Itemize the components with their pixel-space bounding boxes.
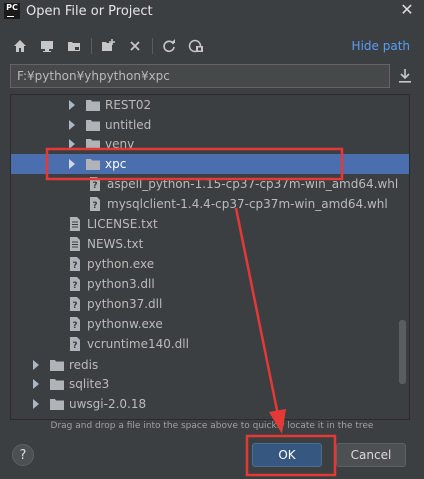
tree-file-row[interactable]: ? vcruntime140.dll <box>11 334 409 354</box>
path-input[interactable]: F:¥python¥yhpython¥xpc <box>10 64 390 88</box>
svg-text:?: ? <box>72 341 77 351</box>
tree-folder-row[interactable]: xpc <box>11 154 409 174</box>
tree-item-label: python37.dll <box>87 297 163 311</box>
unknown-file-icon: ? <box>67 316 83 332</box>
expand-arrow-icon[interactable] <box>31 374 41 394</box>
desktop-icon[interactable] <box>37 36 57 56</box>
tree-file-row[interactable]: ? pythonw.exe <box>11 314 409 334</box>
folder-icon <box>85 117 101 133</box>
unknown-file-icon: ? <box>87 176 103 192</box>
hide-path-link[interactable]: Hide path <box>352 39 410 53</box>
expand-arrow-icon[interactable] <box>67 115 77 135</box>
folder-icon <box>85 156 101 172</box>
delete-icon[interactable] <box>125 36 145 56</box>
svg-text:?: ? <box>92 181 97 191</box>
ok-button[interactable]: OK <box>252 443 322 467</box>
expand-arrow-icon[interactable] <box>67 95 77 115</box>
cancel-button[interactable]: Cancel <box>336 443 406 467</box>
help-button[interactable]: ? <box>12 444 34 466</box>
svg-text:?: ? <box>72 301 77 311</box>
tree-folder-row[interactable]: uwsgi-2.0.18 <box>11 394 409 414</box>
tree-folder-row[interactable]: redis <box>11 355 409 375</box>
tree-item-label: python.exe <box>87 257 155 271</box>
tree-item-label: redis <box>69 358 99 372</box>
download-icon[interactable] <box>396 67 414 85</box>
tree-item-label: LICENSE.txt <box>87 217 158 231</box>
tree-file-row[interactable]: ? python.exe <box>11 254 409 274</box>
show-hidden-icon[interactable] <box>186 36 206 56</box>
svg-text:?: ? <box>72 321 77 331</box>
tree-file-row[interactable]: ? aspell_python-1.15-cp37-cp37m-win_amd64… <box>11 174 409 194</box>
home-icon[interactable] <box>10 36 30 56</box>
expand-arrow-icon[interactable] <box>31 355 41 375</box>
title-bar: PC Open File or Project ✕ <box>0 0 424 22</box>
toolbar-divider <box>152 38 153 54</box>
text-file-icon <box>67 216 83 232</box>
toolbar-divider <box>91 38 92 54</box>
tree-file-row[interactable]: ? python37.dll <box>11 294 409 314</box>
tree-item-label: untitled <box>105 118 152 132</box>
folder-icon <box>49 396 65 412</box>
folder-icon <box>85 136 101 152</box>
tree-item-label: REST02 <box>105 98 152 112</box>
expand-arrow-icon[interactable] <box>67 154 77 174</box>
tree-file-row[interactable]: LICENSE.txt <box>11 214 409 234</box>
pycharm-logo-icon: PC <box>4 3 20 19</box>
tree-folder-row[interactable]: sqlite3 <box>11 374 409 394</box>
folder-icon <box>49 357 65 373</box>
tree-folder-row[interactable]: untitled <box>11 115 409 135</box>
new-folder-icon[interactable] <box>98 36 118 56</box>
window-title: Open File or Project <box>26 3 153 19</box>
tree-item-label: xpc <box>105 157 127 171</box>
tree-file-row[interactable]: ? mysqlclient-1.4.4-cp37-cp37m-win_amd64.… <box>11 194 409 214</box>
tree-item-label: pythonw.exe <box>87 317 163 331</box>
expand-arrow-icon[interactable] <box>31 394 41 414</box>
unknown-file-icon: ? <box>67 276 83 292</box>
tree-item-label: sqlite3 <box>69 377 110 391</box>
refresh-icon[interactable] <box>159 36 179 56</box>
expand-arrow-icon[interactable] <box>67 134 77 154</box>
folder-icon <box>85 97 101 113</box>
tree-item-label: mysqlclient-1.4.4-cp37-cp37m-win_amd64.w… <box>107 197 388 211</box>
tree-item-label: python3.dll <box>87 277 155 291</box>
file-tree[interactable]: REST02 untitled venv xpc? aspell_python-1.15… <box>10 94 410 420</box>
tree-folder-row[interactable]: venv <box>11 134 409 154</box>
tree-item-label: uwsgi-2.0.18 <box>69 397 147 411</box>
tree-folder-row[interactable]: REST02 <box>11 95 409 115</box>
svg-text:?: ? <box>72 261 77 271</box>
unknown-file-icon: ? <box>67 296 83 312</box>
svg-text:?: ? <box>72 281 77 291</box>
project-folder-icon[interactable] <box>64 36 84 56</box>
tree-item-label: venv <box>105 137 135 151</box>
unknown-file-icon: ? <box>87 196 103 212</box>
toolbar <box>10 36 213 56</box>
tree-item-label: aspell_python-1.15-cp37-cp37m-win_amd64.… <box>107 177 399 191</box>
drag-drop-hint: Drag and drop a file into the space abov… <box>50 421 374 431</box>
tree-item-label: NEWS.txt <box>87 237 144 251</box>
unknown-file-icon: ? <box>67 336 83 352</box>
text-file-icon <box>67 236 83 252</box>
tree-item-label: vcruntime140.dll <box>87 337 189 351</box>
folder-icon <box>49 376 65 392</box>
unknown-file-icon: ? <box>67 256 83 272</box>
tree-file-row[interactable]: NEWS.txt <box>11 234 409 254</box>
svg-text:?: ? <box>92 201 97 211</box>
tree-scrollbar-thumb[interactable] <box>399 320 406 384</box>
close-button[interactable]: ✕ <box>398 0 416 22</box>
tree-file-row[interactable]: ? python3.dll <box>11 274 409 294</box>
